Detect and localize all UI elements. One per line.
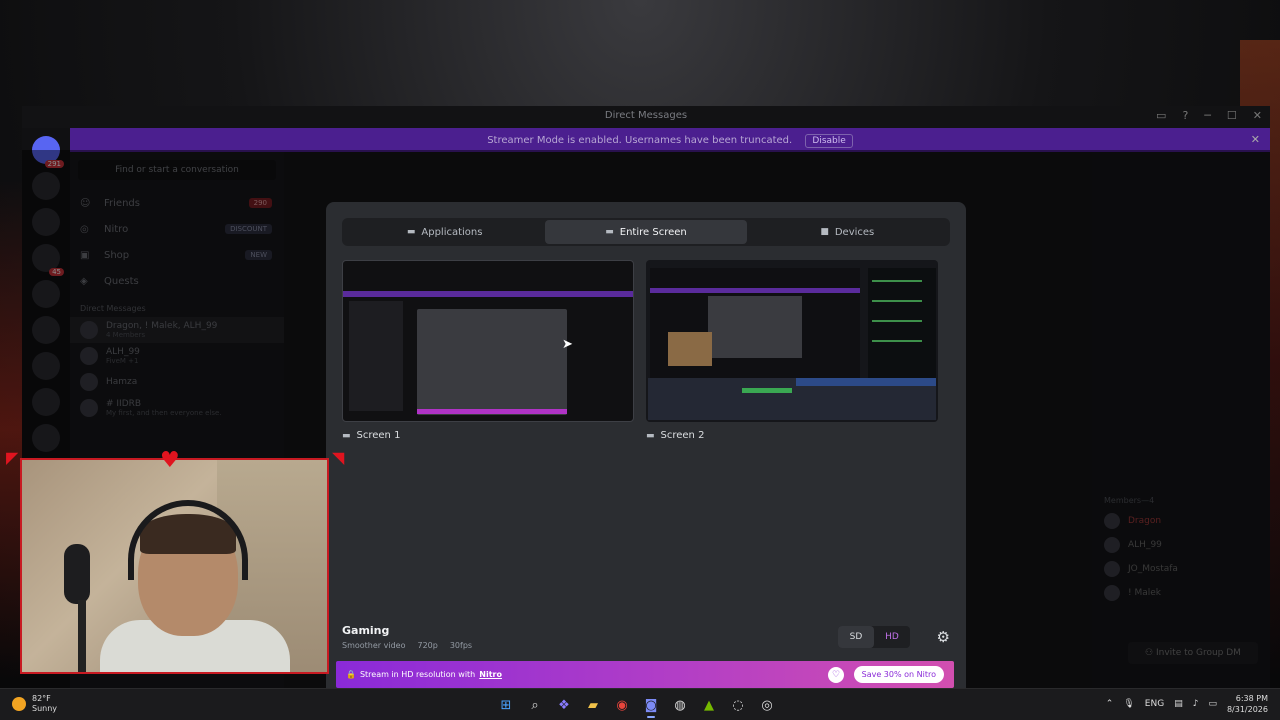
nitro-link[interactable]: Nitro: [479, 670, 502, 679]
copilot-icon[interactable]: ❖: [554, 693, 574, 717]
chevron-up-icon[interactable]: ⌃: [1106, 699, 1114, 709]
heart-overlay-icon: ♥: [160, 448, 180, 473]
taskbar: 82°F Sunny ⊞ ⌕ ❖ ▰ ◉ ◙ ◍ ▲ ◌ ◎ ⌃ 🎙 ENG ▤ …: [0, 688, 1280, 720]
screen-grid: ➤ ▬ Screen 1 ▬ Screen 2: [342, 260, 950, 441]
thumb-banner: [650, 288, 860, 293]
date: 8/31/2026: [1226, 705, 1268, 714]
inbox-icon[interactable]: ▭: [1156, 109, 1166, 122]
title-bar: Direct Messages ▭ ? ─ ☐ ✕: [22, 106, 1270, 128]
monitor-icon: ▬: [646, 430, 655, 441]
taskbar-apps: ⊞ ⌕ ❖ ▰ ◉ ◙ ◍ ▲ ◌ ◎: [496, 693, 777, 718]
screen-thumbnail[interactable]: [646, 260, 938, 422]
preset-details: Smoother video 720p 30fps: [342, 641, 472, 650]
language-indicator[interactable]: ENG: [1145, 699, 1164, 709]
tab-label: Entire Screen: [619, 226, 687, 238]
thumb-chat: [868, 268, 936, 378]
quality-toggle: SD HD: [838, 626, 910, 648]
stream-preset[interactable]: Gaming Smoother video 720p 30fps: [342, 624, 472, 650]
window-title: Direct Messages: [604, 110, 688, 121]
corner-flag-icon: ◥: [332, 448, 345, 467]
weather-cond: Sunny: [32, 704, 58, 713]
banner-text: Streamer Mode is enabled. Usernames have…: [487, 135, 793, 146]
thumb-sidebar: [349, 301, 403, 411]
volume-icon[interactable]: ♪: [1193, 699, 1199, 709]
thumb-modal: [708, 296, 802, 358]
screen-option[interactable]: ➤ ▬ Screen 1: [342, 260, 634, 441]
tab-devices[interactable]: ■ Devices: [747, 220, 948, 244]
search-icon[interactable]: ⌕: [525, 693, 545, 717]
weather-widget[interactable]: 82°F Sunny: [12, 694, 57, 714]
tab-applications[interactable]: ▬ Applications: [344, 220, 545, 244]
gift-heart-icon[interactable]: ♡: [828, 667, 844, 683]
thumb-chat-line: [872, 320, 922, 322]
preset-resolution: 720p: [417, 641, 438, 650]
screen-name: Screen 1: [356, 430, 401, 441]
window-controls: ▭ ? ─ ☐ ✕: [1156, 109, 1262, 122]
corner-flag-icon: ◤: [6, 448, 19, 467]
discord-icon[interactable]: ◙: [641, 693, 661, 718]
mic-arm: [78, 600, 86, 672]
monitor-icon: ▬: [605, 227, 614, 237]
help-icon[interactable]: ?: [1182, 109, 1188, 122]
screen-share-modal: ▬ Applications ▬ Entire Screen ■ Devices ➤ …: [326, 202, 966, 688]
source-tabs: ▬ Applications ▬ Entire Screen ■ Devices: [342, 218, 950, 246]
settings-gear-icon[interactable]: ⚙: [937, 628, 950, 646]
file-explorer-icon[interactable]: ▰: [583, 693, 603, 717]
thumb-obs-meter: [742, 388, 792, 393]
window-icon: ▬: [406, 227, 416, 237]
save-nitro-button[interactable]: Save 30% on Nitro: [853, 666, 944, 683]
screen-label: ▬ Screen 2: [646, 430, 938, 441]
hd-button[interactable]: HD: [874, 626, 910, 648]
thumb-chat-line: [872, 280, 922, 282]
webcam-overlay: [20, 458, 329, 674]
steam-app-icon[interactable]: ◎: [757, 693, 777, 717]
camera-icon: ■: [820, 227, 829, 237]
screen-name: Screen 2: [660, 430, 705, 441]
sun-icon: [12, 697, 26, 711]
screen-label: ▬ Screen 1: [342, 430, 634, 441]
minimize-button[interactable]: ─: [1204, 109, 1211, 122]
thumb-modal: [417, 309, 567, 415]
nitro-upsell-bar: 🔒 Stream in HD resolution with Nitro ♡ Sav…: [336, 661, 954, 688]
disable-streamer-mode-button[interactable]: Disable: [805, 134, 853, 148]
nvidia-icon[interactable]: ▲: [699, 693, 719, 717]
maximize-button[interactable]: ☐: [1227, 109, 1237, 122]
thumb-obs-header: [796, 378, 936, 386]
monitor-icon: ▬: [342, 430, 351, 441]
thumb-chat-line: [872, 300, 922, 302]
battery-icon[interactable]: ▭: [1208, 699, 1217, 709]
start-windows-icon[interactable]: ⊞: [496, 693, 516, 717]
thumb-chat-line: [872, 340, 922, 342]
close-button[interactable]: ✕: [1253, 109, 1262, 122]
obs-icon[interactable]: ◌: [728, 693, 748, 717]
sd-button[interactable]: SD: [838, 626, 874, 648]
thumb-banner: [343, 291, 633, 297]
lock-icon: 🔒: [346, 670, 356, 679]
screen-thumbnail[interactable]: ➤: [342, 260, 634, 422]
system-tray: ⌃ 🎙 ENG ▤ ♪ ▭ 6:38 PM 8/31/2026: [1106, 693, 1268, 715]
weather-temp: 82°F: [32, 694, 51, 703]
close-banner-icon[interactable]: ✕: [1251, 133, 1260, 146]
microphone: [64, 544, 90, 604]
mouse-cursor-icon: ➤: [562, 337, 573, 352]
thumb-webcam: [668, 332, 712, 366]
preset-fps: 30fps: [449, 641, 473, 650]
screen-option[interactable]: ▬ Screen 2: [646, 260, 938, 441]
microphone-icon[interactable]: 🎙: [1123, 699, 1134, 709]
tab-label: Devices: [834, 226, 875, 238]
preset-title: Gaming: [342, 624, 390, 637]
clock[interactable]: 6:38 PM 8/31/2026: [1227, 693, 1268, 715]
nitro-text: Stream in HD resolution with: [359, 670, 476, 679]
network-icon[interactable]: ▤: [1174, 699, 1183, 709]
steam-icon[interactable]: ◍: [670, 693, 690, 717]
streamer-mode-banner: Streamer Mode is enabled. Usernames have…: [70, 128, 1270, 152]
tab-entire-screen[interactable]: ▬ Entire Screen: [545, 220, 747, 244]
time: 6:38 PM: [1235, 694, 1268, 703]
chrome-icon[interactable]: ◉: [612, 693, 632, 717]
thumb-nitro-bar: [417, 409, 567, 414]
preset-desc: Smoother video: [342, 641, 406, 650]
tab-label: Applications: [421, 226, 483, 238]
